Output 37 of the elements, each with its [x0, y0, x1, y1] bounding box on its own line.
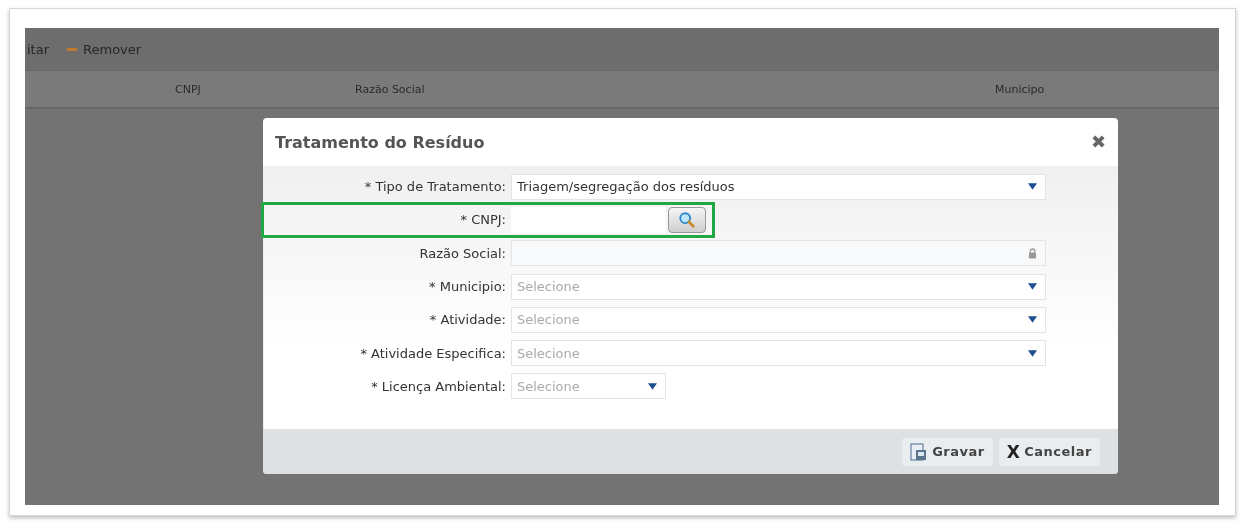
document-icon [910, 442, 929, 461]
select-value: Triagem/segregação dos resíduos [517, 179, 736, 195]
search-icon [678, 210, 696, 229]
select-placeholder: Selecione [517, 279, 581, 295]
field-label: Razão Social: [418, 245, 507, 261]
search-button[interactable] [668, 206, 706, 233]
field-label: * CNPJ: [459, 212, 507, 228]
caret-icon [1028, 349, 1037, 357]
select-field[interactable]: Selecione [511, 340, 1046, 367]
close-button[interactable]: ✖ [1091, 131, 1106, 153]
select-field[interactable]: Triagem/segregação dos resíduos [511, 173, 1046, 200]
field-label: * Atividade Especifica: [359, 345, 507, 361]
lock-icon [1028, 247, 1037, 259]
caret-icon [1028, 283, 1037, 291]
input-field[interactable] [511, 206, 666, 233]
select-placeholder: Selecione [517, 378, 581, 394]
select-placeholder: Selecione [517, 312, 581, 328]
column-header[interactable]: Razão Social [355, 82, 425, 96]
toolbar-button[interactable]: itar [27, 41, 50, 57]
field-label: * Licença Ambiental: [370, 378, 507, 394]
dialog-title: Tratamento do Resíduo [275, 132, 485, 152]
field-label: * Tipo de Tratamento: [363, 179, 507, 195]
field-label: * Atividade: [428, 312, 507, 328]
remove-button[interactable]: Remover [67, 41, 142, 57]
select-field[interactable]: Selecione [511, 273, 1046, 300]
caret-icon [1028, 183, 1037, 191]
select-field[interactable]: Selecione [511, 306, 1046, 333]
minus-icon [67, 47, 78, 51]
save-button[interactable]: Gravar [902, 437, 993, 466]
select-field[interactable]: Selecione [511, 373, 666, 400]
column-header[interactable]: Municipo [995, 82, 1045, 96]
caret-icon [648, 382, 657, 390]
cancel-button[interactable]: X Cancelar [998, 437, 1100, 466]
caret-icon [1028, 316, 1037, 324]
field-label: * Municipio: [428, 279, 507, 295]
column-header[interactable]: CNPJ [175, 82, 201, 96]
select-placeholder: Selecione [517, 345, 581, 361]
